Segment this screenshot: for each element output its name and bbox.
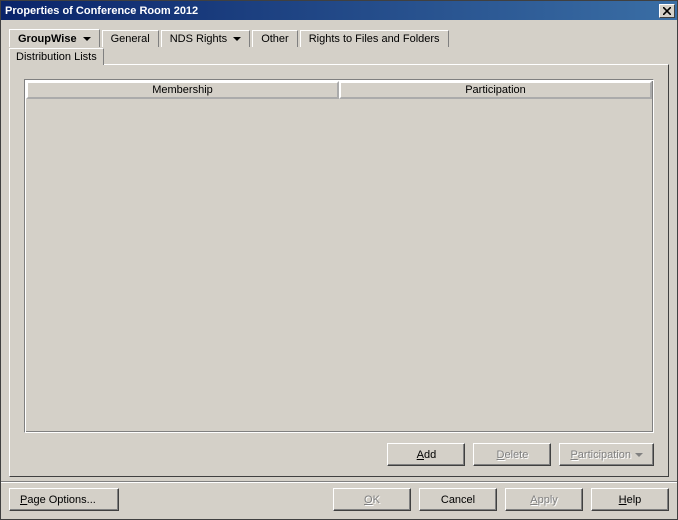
delete-button: Delete xyxy=(473,443,551,466)
cancel-button[interactable]: Cancel xyxy=(419,488,497,511)
properties-dialog: Properties of Conference Room 2012 Group… xyxy=(0,0,678,520)
grid-frame: Membership Participation xyxy=(24,79,654,433)
grid-body[interactable] xyxy=(26,99,652,431)
page-options-button[interactable]: Page Options... xyxy=(9,488,119,511)
column-header-participation-label: Participation xyxy=(465,84,526,96)
chevron-down-icon xyxy=(83,37,91,41)
chevron-down-icon xyxy=(635,453,643,457)
column-header-membership[interactable]: Membership xyxy=(26,81,339,99)
tab-other[interactable]: Other xyxy=(252,30,298,47)
column-header-membership-label: Membership xyxy=(152,84,213,96)
titlebar-text: Properties of Conference Room 2012 xyxy=(5,5,198,17)
dialog-footer: Page Options... OK Cancel Apply Help xyxy=(1,481,677,519)
titlebar[interactable]: Properties of Conference Room 2012 xyxy=(1,1,677,20)
tab-general[interactable]: General xyxy=(102,30,159,47)
subtab-distribution-lists-label: Distribution Lists xyxy=(16,51,97,63)
grid-header: Membership Participation xyxy=(26,81,652,99)
tab-groupwise[interactable]: GroupWise xyxy=(9,29,100,47)
grid-button-row: Add Delete Participation xyxy=(24,443,654,466)
tab-general-label: General xyxy=(111,33,150,45)
panel-distribution-lists: Membership Participation Add Delete Part… xyxy=(9,64,669,477)
tab-nds-rights-label: NDS Rights xyxy=(170,33,227,45)
help-button[interactable]: Help xyxy=(591,488,669,511)
tab-nds-rights[interactable]: NDS Rights xyxy=(161,30,250,47)
tab-other-label: Other xyxy=(261,33,289,45)
column-header-participation[interactable]: Participation xyxy=(339,81,652,99)
tab-rights-files-folders[interactable]: Rights to Files and Folders xyxy=(300,30,449,47)
tab-strip: GroupWise General NDS Rights Other Right… xyxy=(9,28,669,47)
close-icon xyxy=(663,7,671,15)
ok-button: OK xyxy=(333,488,411,511)
chevron-down-icon xyxy=(233,37,241,41)
subtab-strip: Distribution Lists xyxy=(9,46,669,65)
client-area: GroupWise General NDS Rights Other Right… xyxy=(1,20,677,481)
subtab-distribution-lists[interactable]: Distribution Lists xyxy=(9,48,104,65)
participation-button: Participation xyxy=(559,443,654,466)
cancel-button-label: Cancel xyxy=(441,494,475,506)
tab-groupwise-label: GroupWise xyxy=(18,33,77,45)
tab-rights-files-label: Rights to Files and Folders xyxy=(309,33,440,45)
close-button[interactable] xyxy=(659,4,675,18)
add-button[interactable]: Add xyxy=(387,443,465,466)
apply-button: Apply xyxy=(505,488,583,511)
